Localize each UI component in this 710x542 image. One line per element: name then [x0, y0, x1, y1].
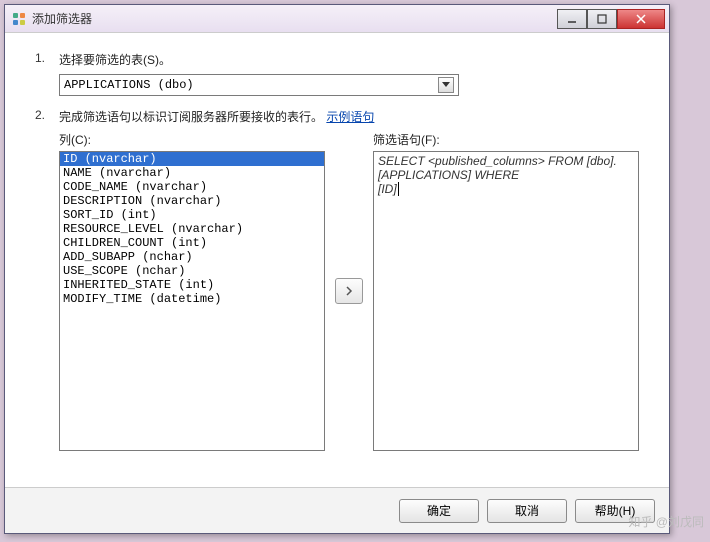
maximize-button[interactable] [587, 9, 617, 29]
help-button[interactable]: 帮助(H) [575, 499, 655, 523]
table-select-dropdown[interactable]: APPLICATIONS (dbo) [59, 74, 459, 96]
filter-line-1: SELECT <published_columns> FROM [dbo].[A… [378, 154, 634, 182]
dialog-window: 添加筛选器 1. 选择要筛选的表(S)。 APPLICATIONS (dbo) … [4, 4, 670, 534]
app-icon [11, 11, 27, 27]
list-item[interactable]: DESCRIPTION (nvarchar) [60, 194, 324, 208]
filter-statement-textarea[interactable]: SELECT <published_columns> FROM [dbo].[A… [373, 151, 639, 451]
list-item[interactable]: SORT_ID (int) [60, 208, 324, 222]
filter-line-2: [ID] [378, 182, 634, 196]
titlebar: 添加筛选器 [5, 5, 669, 33]
list-item[interactable]: CHILDREN_COUNT (int) [60, 236, 324, 250]
list-item[interactable]: INHERITED_STATE (int) [60, 278, 324, 292]
columns-area: 列(C): ID (nvarchar)NAME (nvarchar)CODE_N… [59, 131, 639, 451]
step-1-number: 1. [35, 51, 59, 96]
cancel-button[interactable]: 取消 [487, 499, 567, 523]
list-item[interactable]: RESOURCE_LEVEL (nvarchar) [60, 222, 324, 236]
list-item[interactable]: ID (nvarchar) [60, 152, 324, 166]
chevron-down-icon [438, 77, 454, 93]
step-2-number: 2. [35, 108, 59, 451]
step-1: 1. 选择要筛选的表(S)。 APPLICATIONS (dbo) [35, 51, 639, 96]
step-1-text: 选择要筛选的表(S)。 [59, 51, 639, 68]
window-title: 添加筛选器 [32, 10, 557, 27]
chevron-right-icon [345, 286, 353, 296]
add-column-button[interactable] [335, 278, 363, 304]
step-2-prefix: 完成筛选语句以标识订阅服务器所要接收的表行。 [59, 110, 323, 124]
minimize-button[interactable] [557, 9, 587, 29]
ok-button[interactable]: 确定 [399, 499, 479, 523]
list-item[interactable]: CODE_NAME (nvarchar) [60, 180, 324, 194]
list-item[interactable]: USE_SCOPE (nchar) [60, 264, 324, 278]
step-2-text: 完成筛选语句以标识订阅服务器所要接收的表行。 示例语句 [59, 108, 639, 125]
filter-label: 筛选语句(F): [373, 131, 639, 148]
window-controls [557, 9, 665, 29]
columns-listbox[interactable]: ID (nvarchar)NAME (nvarchar)CODE_NAME (n… [59, 151, 325, 451]
columns-panel: 列(C): ID (nvarchar)NAME (nvarchar)CODE_N… [59, 131, 325, 451]
filter-panel: 筛选语句(F): SELECT <published_columns> FROM… [373, 131, 639, 451]
columns-label: 列(C): [59, 131, 325, 148]
list-item[interactable]: ADD_SUBAPP (nchar) [60, 250, 324, 264]
list-item[interactable]: MODIFY_TIME (datetime) [60, 292, 324, 306]
step-2: 2. 完成筛选语句以标识订阅服务器所要接收的表行。 示例语句 列(C): ID … [35, 108, 639, 451]
dialog-content: 1. 选择要筛选的表(S)。 APPLICATIONS (dbo) 2. 完成筛… [5, 33, 669, 487]
close-button[interactable] [617, 9, 665, 29]
dropdown-selected: APPLICATIONS (dbo) [64, 78, 438, 92]
dialog-footer: 确定 取消 帮助(H) [5, 487, 669, 533]
list-item[interactable]: NAME (nvarchar) [60, 166, 324, 180]
example-statement-link[interactable]: 示例语句 [326, 110, 374, 124]
